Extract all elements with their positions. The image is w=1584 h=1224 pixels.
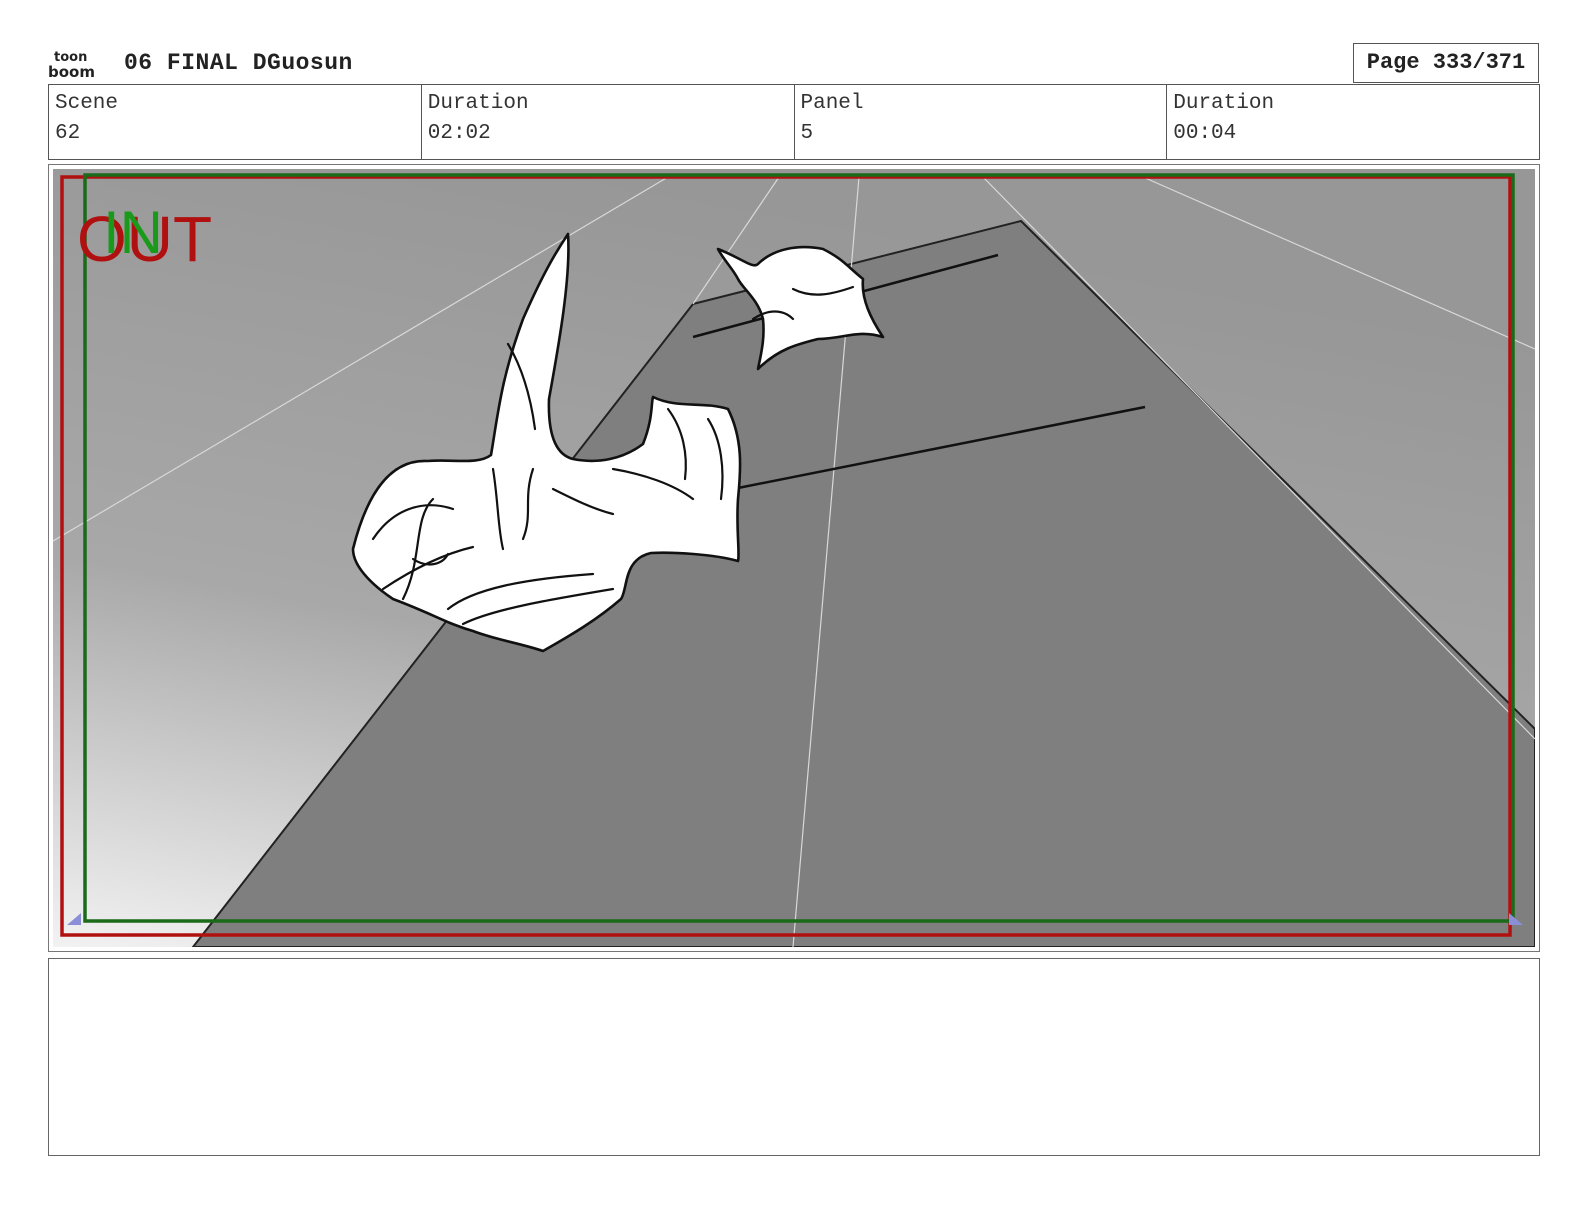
panel-drawing: OUT IN [53, 169, 1535, 947]
panel-duration-value: 00:04 [1173, 122, 1237, 145]
scene-duration-value: 02:02 [427, 122, 491, 145]
notes-text [49, 959, 1539, 975]
panel-label: Panel [800, 92, 864, 115]
panel-duration-label: Duration [1173, 92, 1275, 115]
storyboard-panel: OUT IN [48, 164, 1540, 952]
scene-duration-cell: Duration 02:02 [420, 85, 794, 159]
page-number: Page 333/371 [1353, 43, 1539, 83]
panel-cell: Panel 5 [793, 85, 1167, 159]
document-title: 06 FINAL DGuosun [124, 50, 353, 76]
scene-label: Scene [55, 92, 119, 115]
scene-duration-label: Duration [427, 92, 529, 115]
panel-value: 5 [800, 122, 814, 145]
panel-notes[interactable] [48, 958, 1540, 1156]
panel-duration-cell: Duration 00:04 [1166, 85, 1539, 159]
scene-value: 62 [55, 122, 81, 145]
toonboom-logo: toon boom [48, 48, 106, 81]
logo-text-bottom: boom [48, 63, 95, 80]
in-label: IN [103, 199, 163, 266]
panel-info-table: Scene 62 Duration 02:02 Panel 5 Duration… [48, 84, 1540, 160]
scene-cell: Scene 62 [49, 85, 421, 159]
